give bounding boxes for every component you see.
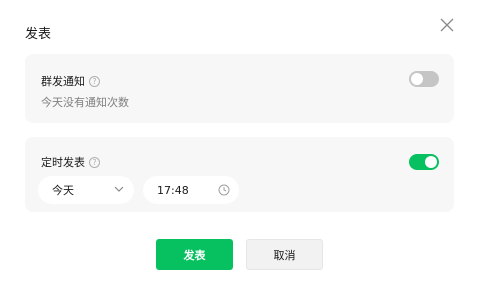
publish-button[interactable]: 发表 — [156, 239, 233, 270]
broadcast-card: 群发通知 ? 今天没有通知次数 — [25, 54, 454, 123]
date-value: 今天 — [52, 184, 74, 197]
schedule-card: 定时发表 ? 今天 17:48 — [25, 137, 454, 212]
date-select[interactable]: 今天 — [38, 176, 134, 204]
dialog-title: 发表 — [25, 27, 52, 42]
schedule-label-row: 定时发表 ? — [41, 154, 100, 170]
toggle-knob — [425, 156, 437, 168]
broadcast-hint: 今天没有通知次数 — [41, 96, 129, 109]
broadcast-label-row: 群发通知 ? — [41, 73, 100, 89]
schedule-label: 定时发表 — [41, 156, 85, 169]
cancel-button[interactable]: 取消 — [246, 239, 323, 270]
broadcast-label: 群发通知 — [41, 75, 85, 88]
time-select[interactable]: 17:48 — [143, 176, 239, 204]
help-icon[interactable]: ? — [89, 75, 100, 87]
schedule-toggle[interactable] — [409, 154, 439, 170]
close-icon — [440, 18, 454, 32]
broadcast-toggle[interactable] — [409, 71, 439, 87]
toggle-knob — [411, 73, 423, 85]
help-icon[interactable]: ? — [89, 156, 100, 168]
time-value: 17:48 — [157, 183, 189, 197]
clock-icon — [218, 184, 230, 196]
close-button[interactable] — [439, 17, 455, 33]
chevron-down-icon — [114, 186, 124, 192]
